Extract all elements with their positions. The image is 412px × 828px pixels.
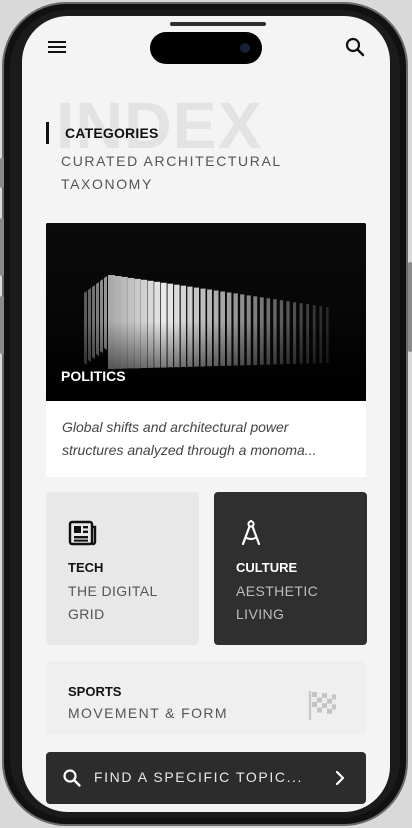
category-card-culture[interactable]: CULTURE AESTHETIC LIVING xyxy=(214,492,367,645)
card-subtitle: AESTHETIC LIVING xyxy=(236,583,319,622)
card-subtitle: THE DIGITAL GRID xyxy=(68,583,158,622)
featured-category-label: POLITICS xyxy=(61,368,126,384)
dynamic-island xyxy=(150,32,262,64)
newspaper-icon xyxy=(68,520,97,546)
chevron-right-icon xyxy=(335,770,345,786)
search-icon xyxy=(63,769,81,787)
card-title: CULTURE xyxy=(236,560,298,575)
card-title: SPORTS xyxy=(68,684,122,699)
section-accent-bar xyxy=(46,122,49,144)
category-card-tech[interactable]: TECH THE DIGITAL GRID xyxy=(46,492,199,645)
find-topic-button[interactable]: FIND A SPECIFIC TOPIC... xyxy=(46,752,366,804)
power-button xyxy=(408,262,412,352)
camera-lens xyxy=(240,43,250,53)
hamburger-menu-icon[interactable] xyxy=(48,40,66,54)
featured-description: Global shifts and architectural power st… xyxy=(46,401,366,477)
find-topic-label: FIND A SPECIFIC TOPIC... xyxy=(94,769,304,785)
checkered-flag-icon xyxy=(308,691,336,720)
card-title: TECH xyxy=(68,560,104,575)
speaker-grille xyxy=(170,22,266,26)
card-subtitle: MOVEMENT & FORM xyxy=(68,705,228,721)
category-card-sports[interactable]: SPORTS MOVEMENT & FORM xyxy=(46,661,366,735)
action-button xyxy=(0,158,4,188)
volume-down-button xyxy=(0,296,4,354)
search-icon[interactable] xyxy=(344,36,366,58)
app-screen: INDEX CATEGORIES CURATED ARCHITECTURAL T… xyxy=(22,16,390,812)
volume-up-button xyxy=(0,218,4,276)
section-title: CATEGORIES xyxy=(65,125,159,141)
compass-drafting-icon xyxy=(241,520,261,546)
featured-card-politics[interactable]: POLITICS Global shifts and architectural… xyxy=(46,223,366,477)
section-subtitle: CURATED ARCHITECTURAL TAXONOMY xyxy=(61,153,282,192)
